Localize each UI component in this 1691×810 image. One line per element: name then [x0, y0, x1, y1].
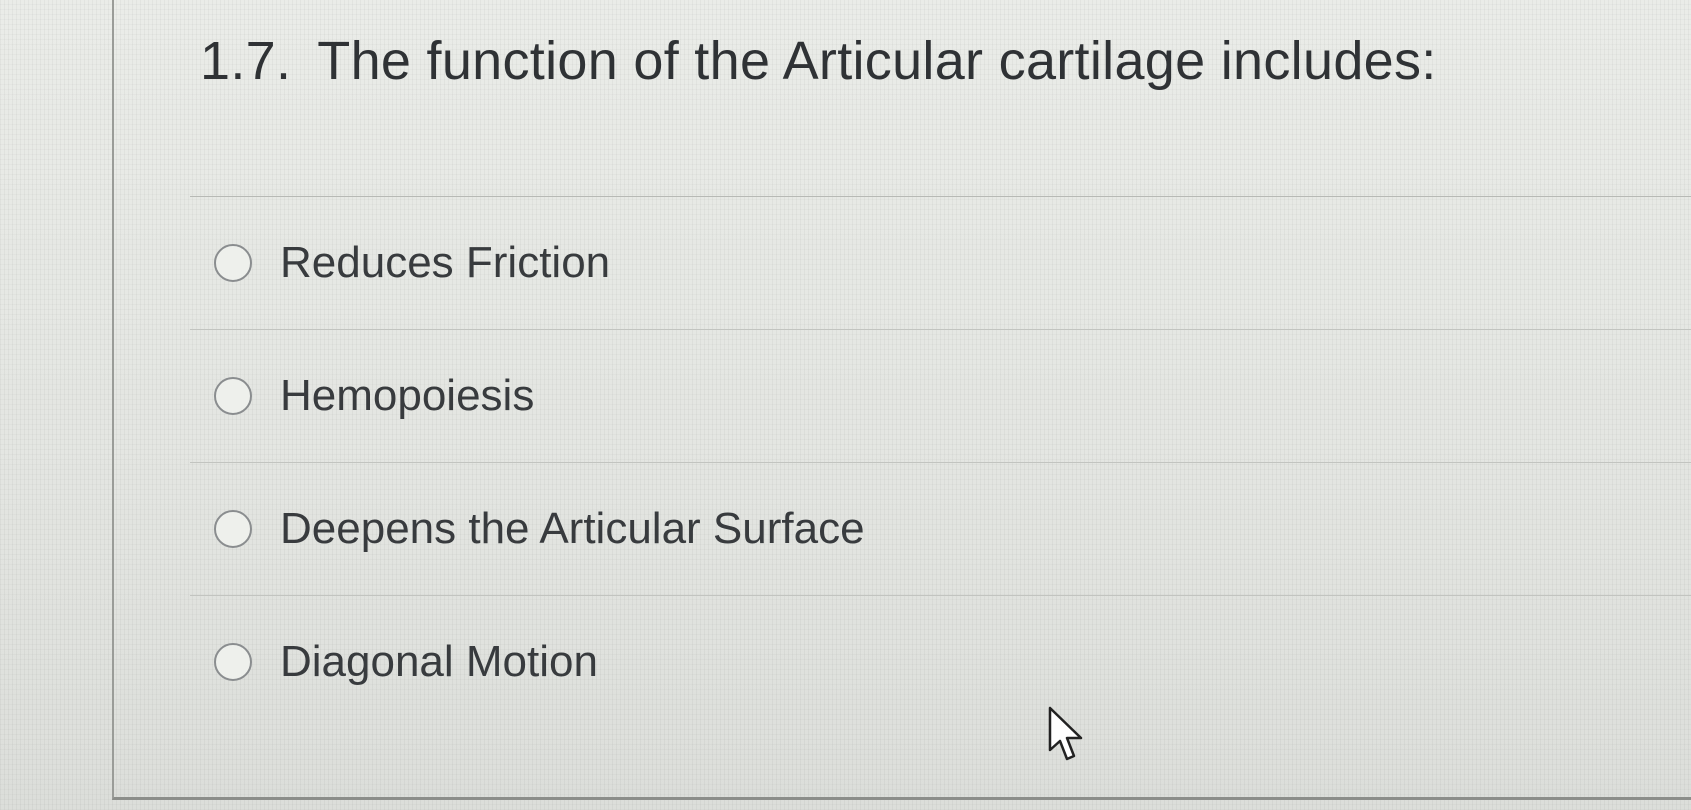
answer-label: Diagonal Motion	[280, 637, 598, 686]
answer-option-deepens-articular-surface[interactable]: Deepens the Articular Surface	[190, 463, 1691, 596]
question-number: 1.7.	[200, 31, 292, 91]
quiz-screen: 1.7. The function of the Articular cartil…	[0, 0, 1691, 810]
radio-button-icon[interactable]	[214, 643, 252, 681]
answer-label: Reduces Friction	[280, 238, 611, 287]
answer-label: Hemopoiesis	[280, 371, 535, 420]
question-title: 1.7. The function of the Articular cartil…	[200, 30, 1437, 92]
answer-option-hemopoiesis[interactable]: Hemopoiesis	[190, 330, 1691, 463]
question-text: The function of the Articular cartilage …	[317, 31, 1437, 91]
radio-button-icon[interactable]	[214, 244, 252, 282]
radio-button-icon[interactable]	[214, 377, 252, 415]
answer-option-reduces-friction[interactable]: Reduces Friction	[190, 197, 1691, 330]
radio-button-icon[interactable]	[214, 510, 252, 548]
answer-option-diagonal-motion[interactable]: Diagonal Motion	[190, 596, 1691, 728]
mouse-pointer-icon	[1048, 706, 1083, 761]
answer-options: Reduces Friction Hemopoiesis Deepens the…	[190, 196, 1691, 728]
answer-label: Deepens the Articular Surface	[280, 504, 865, 553]
